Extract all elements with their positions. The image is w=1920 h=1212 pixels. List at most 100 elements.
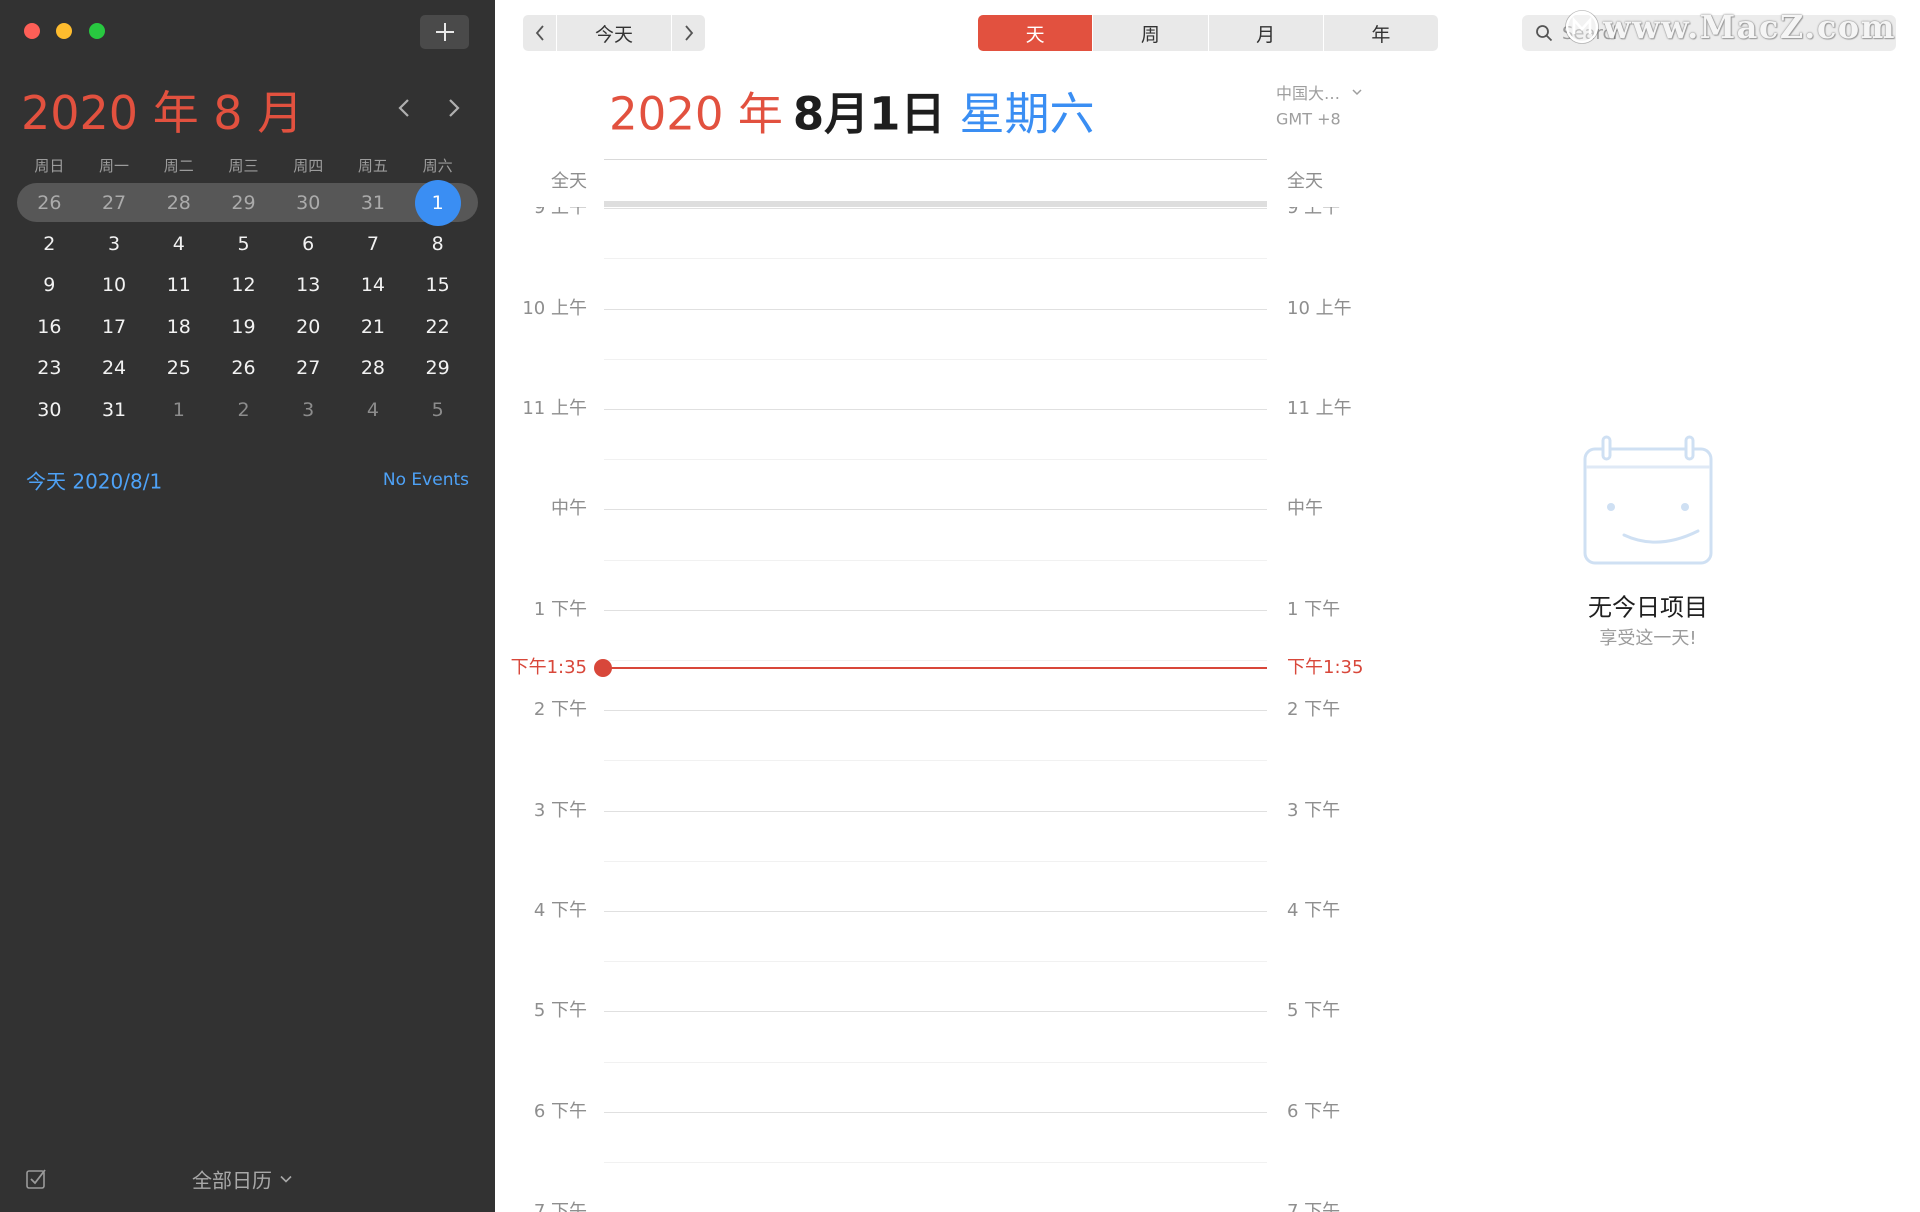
day-cell[interactable]: 30 xyxy=(17,389,82,430)
day-title: 2020 年 8月1日 星期六 xyxy=(609,78,1094,143)
weekday-label: 周五 xyxy=(357,157,388,175)
day-cell[interactable]: 15 xyxy=(405,265,470,306)
day-cell[interactable]: 18 xyxy=(146,306,211,347)
hour-label-left: 3 下午 xyxy=(533,799,587,821)
hour-label-right: 1 下午 xyxy=(1287,598,1341,620)
date-navigation-group: 今天 xyxy=(523,15,705,51)
day-cell[interactable]: 24 xyxy=(82,348,147,389)
view-tab-month[interactable]: 月 xyxy=(1208,15,1323,51)
day-cell[interactable]: 25 xyxy=(146,348,211,389)
day-number: 26 xyxy=(231,357,256,380)
calendar-set-selector[interactable]: 全部日历 xyxy=(192,1165,292,1194)
day-cell[interactable]: 31 xyxy=(341,182,406,223)
checkbox-icon[interactable] xyxy=(25,1168,47,1190)
add-event-button[interactable] xyxy=(420,15,469,49)
weekday-label: 周日 xyxy=(34,157,65,175)
window-zoom-button[interactable] xyxy=(89,23,105,39)
day-cell[interactable]: 5 xyxy=(405,389,470,430)
chevron-left-icon[interactable] xyxy=(396,96,412,120)
hour-label-right: 6 下午 xyxy=(1287,1100,1341,1122)
day-number: 3 xyxy=(108,233,121,256)
day-timeline[interactable]: 9 上午 9 上午 10 上午 10 上午 11 上午 11 上午 中午 中午 1 下午 1 下午… xyxy=(495,207,1400,1212)
day-cell[interactable]: 6 xyxy=(276,223,341,264)
day-cell[interactable]: 2 xyxy=(17,223,82,264)
day-cell[interactable]: 21 xyxy=(341,306,406,347)
day-number: 15 xyxy=(425,274,450,297)
hour-label-right: 5 下午 xyxy=(1287,1000,1341,1022)
day-cell[interactable]: 22 xyxy=(405,306,470,347)
day-cell[interactable]: 23 xyxy=(17,348,82,389)
day-number: 17 xyxy=(101,315,127,338)
day-cell[interactable]: 28 xyxy=(146,182,211,223)
day-cell[interactable]: 29 xyxy=(211,182,276,223)
empty-state-subtitle: 享受这一天! xyxy=(1599,628,1697,649)
day-number: 13 xyxy=(296,274,321,297)
day-title-weekday: 星期六 xyxy=(959,87,1095,141)
day-cell[interactable]: 1 xyxy=(146,389,211,430)
day-cell[interactable]: 3 xyxy=(276,389,341,430)
current-time-label-right: 下午1:35 xyxy=(1287,657,1364,679)
day-cell[interactable]: 27 xyxy=(276,348,341,389)
today-button[interactable]: 今天 xyxy=(557,15,671,51)
day-cell[interactable]: 31 xyxy=(82,389,147,430)
day-cell[interactable]: 20 xyxy=(276,306,341,347)
hour-label-left: 2 下午 xyxy=(533,699,587,721)
half-hour-gridline xyxy=(604,459,1267,461)
day-number: 1 xyxy=(172,398,185,421)
day-cell[interactable]: 13 xyxy=(276,265,341,306)
day-cell[interactable]: 17 xyxy=(82,306,147,347)
hour-label-left: 6 下午 xyxy=(533,1100,587,1122)
day-cell[interactable]: 26 xyxy=(211,348,276,389)
day-cell[interactable]: 9 xyxy=(17,265,82,306)
day-cell[interactable]: 26 xyxy=(17,182,82,223)
day-cell[interactable]: 3 xyxy=(82,223,147,264)
day-cell[interactable]: 27 xyxy=(82,182,147,223)
day-cell[interactable]: 28 xyxy=(341,348,406,389)
half-hour-gridline xyxy=(604,1061,1267,1063)
watermark-text: www.MacZ.com xyxy=(1603,8,1896,46)
day-cell[interactable]: 19 xyxy=(211,306,276,347)
timezone-selector[interactable]: 中国大… xyxy=(1276,80,1362,104)
half-hour-gridline xyxy=(604,760,1267,762)
day-cell[interactable]: 29 xyxy=(405,348,470,389)
day-cell[interactable]: 4 xyxy=(146,223,211,264)
day-cell[interactable]: 7 xyxy=(341,223,406,264)
next-day-button[interactable] xyxy=(672,15,705,51)
day-number: 11 xyxy=(166,274,191,297)
window-minimize-button[interactable] xyxy=(56,23,72,39)
view-tab-week[interactable]: 周 xyxy=(1093,15,1208,51)
mini-calendar-weekday-header: 周日 周一 周二 周三 周四 周五 周六 xyxy=(17,156,470,176)
day-cell[interactable]: 16 xyxy=(17,306,82,347)
day-number: 4 xyxy=(366,398,379,421)
half-hour-gridline xyxy=(604,660,1267,661)
day-number: 22 xyxy=(425,315,450,338)
view-mode-segmented-control: 天周月年 xyxy=(978,15,1438,51)
day-cell[interactable]: 8 xyxy=(405,223,470,264)
window-close-button[interactable] xyxy=(24,23,40,39)
view-tab-year[interactable]: 年 xyxy=(1323,15,1438,51)
day-cell[interactable]: 4 xyxy=(341,389,406,430)
chevron-down-icon xyxy=(1352,88,1362,95)
previous-day-button[interactable] xyxy=(523,15,556,51)
hour-label-left: 7 下午 xyxy=(533,1201,587,1212)
today-date-label[interactable]: 今天 2020/8/1 xyxy=(26,466,162,495)
day-cell[interactable]: 5 xyxy=(211,223,276,264)
hour-label-right: 2 下午 xyxy=(1287,699,1341,721)
day-cell-selected[interactable]: 1 xyxy=(405,179,470,226)
day-cell[interactable]: 10 xyxy=(82,265,147,306)
view-tab-day[interactable]: 天 xyxy=(978,15,1093,51)
day-cell[interactable]: 12 xyxy=(211,265,276,306)
day-cell[interactable]: 14 xyxy=(341,265,406,306)
day-cell[interactable]: 2 xyxy=(211,389,276,430)
gmt-offset-label: GMT +8 xyxy=(1276,109,1341,129)
day-cell[interactable]: 30 xyxy=(276,182,341,223)
hour-label-left: 11 上午 xyxy=(522,398,587,419)
day-number: 8 xyxy=(431,233,444,256)
day-number: 27 xyxy=(101,191,127,214)
weekday-label: 周二 xyxy=(163,157,194,175)
day-number: 6 xyxy=(302,233,315,256)
chevron-right-icon[interactable] xyxy=(446,96,462,120)
hour-gridline xyxy=(604,810,1267,812)
day-number: 21 xyxy=(360,315,386,338)
day-cell[interactable]: 11 xyxy=(146,265,211,306)
